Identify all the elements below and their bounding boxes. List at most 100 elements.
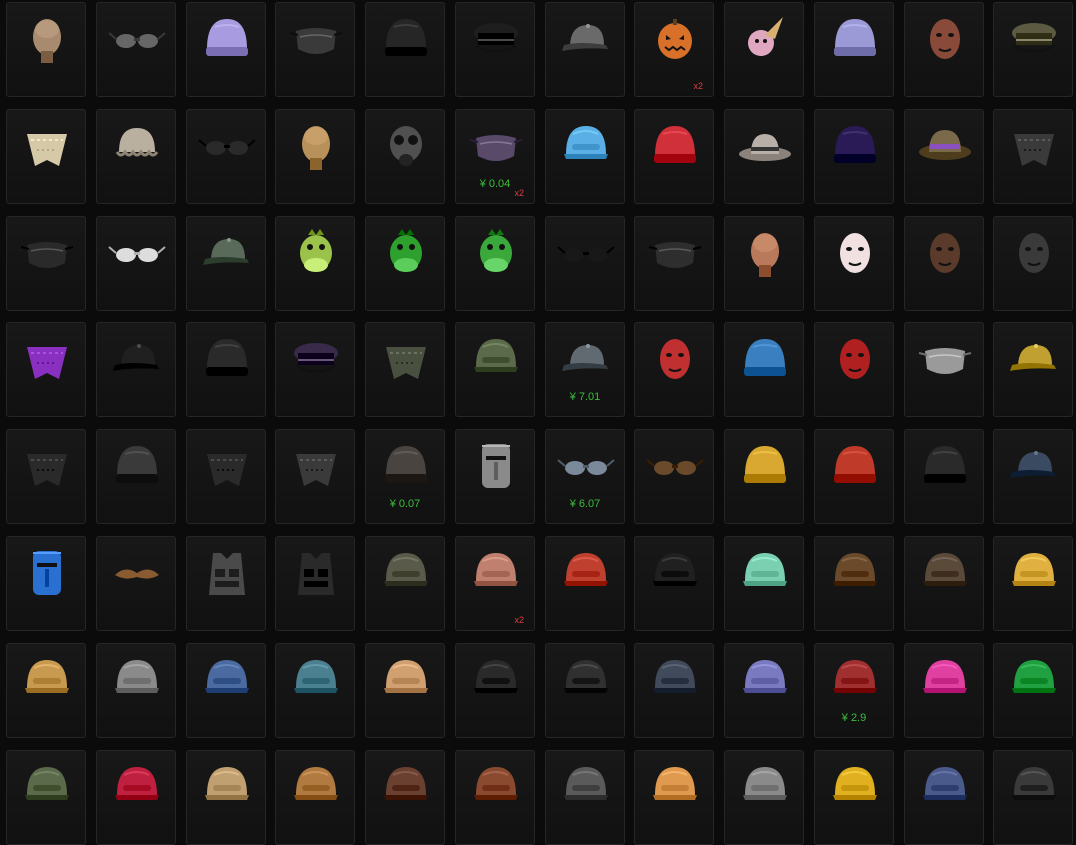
item-tile[interactable] bbox=[634, 322, 714, 417]
item-tile[interactable] bbox=[634, 216, 714, 311]
item-tile[interactable] bbox=[814, 536, 894, 631]
item-tile[interactable] bbox=[186, 750, 266, 845]
item-tile[interactable] bbox=[724, 2, 804, 97]
item-tile[interactable] bbox=[545, 2, 625, 97]
item-tile[interactable] bbox=[545, 536, 625, 631]
item-tile[interactable] bbox=[365, 322, 445, 417]
item-tile[interactable] bbox=[993, 322, 1073, 417]
item-tile[interactable] bbox=[96, 2, 176, 97]
tactical-vest-icon bbox=[197, 543, 257, 603]
item-tile[interactable] bbox=[96, 216, 176, 311]
item-tile[interactable] bbox=[724, 643, 804, 738]
star-helmet-icon bbox=[915, 757, 975, 817]
item-tile[interactable]: x2 bbox=[634, 2, 714, 97]
item-tile[interactable] bbox=[993, 536, 1073, 631]
item-tile[interactable] bbox=[6, 750, 86, 845]
item-tile[interactable] bbox=[186, 643, 266, 738]
item-tile[interactable] bbox=[275, 2, 355, 97]
item-tile[interactable] bbox=[455, 643, 535, 738]
item-tile[interactable] bbox=[904, 109, 984, 204]
item-tile[interactable] bbox=[993, 429, 1073, 524]
item-tile[interactable]: ¥ 7.01 bbox=[545, 322, 625, 417]
wool-beanie-icon bbox=[376, 436, 436, 496]
item-tile[interactable] bbox=[904, 2, 984, 97]
item-tile[interactable] bbox=[275, 109, 355, 204]
item-tile[interactable] bbox=[455, 750, 535, 845]
item-tile[interactable] bbox=[814, 750, 894, 845]
item-tile[interactable] bbox=[545, 643, 625, 738]
item-tile[interactable] bbox=[904, 216, 984, 311]
item-tile[interactable] bbox=[904, 750, 984, 845]
item-tile[interactable]: ¥ 0.07 bbox=[365, 429, 445, 524]
item-tile[interactable] bbox=[186, 429, 266, 524]
item-tile[interactable] bbox=[365, 2, 445, 97]
item-tile[interactable]: ¥ 2.9 bbox=[814, 643, 894, 738]
item-tile[interactable] bbox=[455, 429, 535, 524]
item-tile[interactable] bbox=[634, 643, 714, 738]
item-tile[interactable] bbox=[186, 322, 266, 417]
item-tile[interactable] bbox=[634, 429, 714, 524]
item-tile[interactable] bbox=[365, 536, 445, 631]
item-tile[interactable]: ¥ 6.07 bbox=[545, 429, 625, 524]
item-tile[interactable] bbox=[455, 2, 535, 97]
item-tile[interactable] bbox=[96, 536, 176, 631]
item-tile[interactable]: ¥ 0.04 x2 bbox=[455, 109, 535, 204]
item-tile[interactable] bbox=[275, 643, 355, 738]
item-tile[interactable] bbox=[724, 216, 804, 311]
item-tile[interactable] bbox=[186, 216, 266, 311]
item-tile[interactable] bbox=[6, 536, 86, 631]
item-tile[interactable] bbox=[993, 109, 1073, 204]
item-tile[interactable] bbox=[186, 536, 266, 631]
item-tile[interactable] bbox=[96, 109, 176, 204]
item-tile[interactable]: x2 bbox=[455, 536, 535, 631]
item-tile[interactable] bbox=[6, 216, 86, 311]
item-tile[interactable] bbox=[6, 322, 86, 417]
item-tile[interactable] bbox=[186, 109, 266, 204]
item-tile[interactable] bbox=[814, 216, 894, 311]
price-label: ¥ 6.07 bbox=[569, 498, 601, 510]
item-tile[interactable] bbox=[634, 109, 714, 204]
item-tile[interactable] bbox=[814, 2, 894, 97]
item-tile[interactable] bbox=[186, 2, 266, 97]
item-tile[interactable] bbox=[814, 429, 894, 524]
item-tile[interactable] bbox=[6, 429, 86, 524]
item-tile[interactable] bbox=[365, 750, 445, 845]
item-tile[interactable] bbox=[814, 109, 894, 204]
item-tile[interactable] bbox=[6, 109, 86, 204]
item-tile[interactable] bbox=[993, 750, 1073, 845]
item-tile[interactable] bbox=[275, 322, 355, 417]
item-tile[interactable] bbox=[365, 109, 445, 204]
item-tile[interactable] bbox=[275, 216, 355, 311]
item-tile[interactable] bbox=[275, 750, 355, 845]
item-tile[interactable] bbox=[455, 322, 535, 417]
item-tile[interactable] bbox=[545, 216, 625, 311]
item-tile[interactable] bbox=[96, 322, 176, 417]
item-tile[interactable] bbox=[904, 322, 984, 417]
item-tile[interactable] bbox=[96, 643, 176, 738]
item-tile[interactable] bbox=[904, 643, 984, 738]
item-tile[interactable] bbox=[634, 536, 714, 631]
item-tile[interactable] bbox=[6, 643, 86, 738]
item-tile[interactable] bbox=[96, 750, 176, 845]
item-tile[interactable] bbox=[455, 216, 535, 311]
item-tile[interactable] bbox=[6, 2, 86, 97]
item-tile[interactable] bbox=[904, 429, 984, 524]
item-tile[interactable] bbox=[993, 216, 1073, 311]
item-tile[interactable] bbox=[993, 2, 1073, 97]
item-tile[interactable] bbox=[724, 322, 804, 417]
item-tile[interactable] bbox=[96, 429, 176, 524]
item-tile[interactable] bbox=[275, 429, 355, 524]
item-tile[interactable] bbox=[724, 750, 804, 845]
item-tile[interactable] bbox=[724, 429, 804, 524]
item-tile[interactable] bbox=[814, 322, 894, 417]
item-tile[interactable] bbox=[904, 536, 984, 631]
item-tile[interactable] bbox=[724, 536, 804, 631]
item-tile[interactable] bbox=[993, 643, 1073, 738]
item-tile[interactable] bbox=[724, 109, 804, 204]
item-tile[interactable] bbox=[365, 216, 445, 311]
item-tile[interactable] bbox=[365, 643, 445, 738]
item-tile[interactable] bbox=[545, 109, 625, 204]
item-tile[interactable] bbox=[545, 750, 625, 845]
item-tile[interactable] bbox=[634, 750, 714, 845]
item-tile[interactable] bbox=[275, 536, 355, 631]
